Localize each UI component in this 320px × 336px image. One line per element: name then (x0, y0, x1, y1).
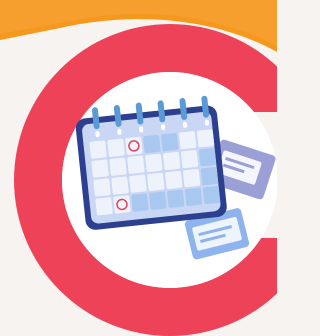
calendar-day-cell (147, 172, 165, 191)
calendar-day-cell (113, 195, 131, 214)
illustration (0, 0, 277, 336)
calendar-day-cell (125, 136, 143, 155)
calendar-day-cell (182, 168, 201, 188)
calendar-icon (75, 95, 227, 230)
calendar-day-cell (95, 197, 113, 216)
calendar-day-cell (111, 176, 129, 195)
calendar-day-cell (167, 189, 185, 208)
calendar-day-cell (129, 174, 147, 193)
calendar-day-cell (165, 170, 183, 189)
calendar-day-cell (180, 150, 199, 169)
calendar-day-cell (198, 148, 217, 167)
calendar-day-cell (161, 133, 179, 152)
calendar-day-cell (91, 159, 109, 178)
calendar-day-cell (145, 153, 163, 172)
calendar-day-cell (107, 138, 125, 157)
calendar-day-cell (200, 167, 219, 186)
calendar-day-cell (93, 178, 111, 197)
calendar-day-cell (143, 134, 161, 154)
calendar-day-cell (109, 157, 127, 176)
calendar-day-cell (184, 187, 203, 207)
calendar-day-cell (127, 155, 145, 174)
calendar-illustration (0, 0, 277, 336)
calendar-day-cell (196, 129, 215, 148)
calendar-day-cell (202, 185, 221, 205)
calendar-day-cell (163, 151, 181, 171)
calendar-day-cell (131, 193, 149, 212)
calendar-day-cell (89, 140, 107, 159)
calendar-day-cell (149, 191, 167, 210)
calendar-day-cell (178, 131, 197, 150)
